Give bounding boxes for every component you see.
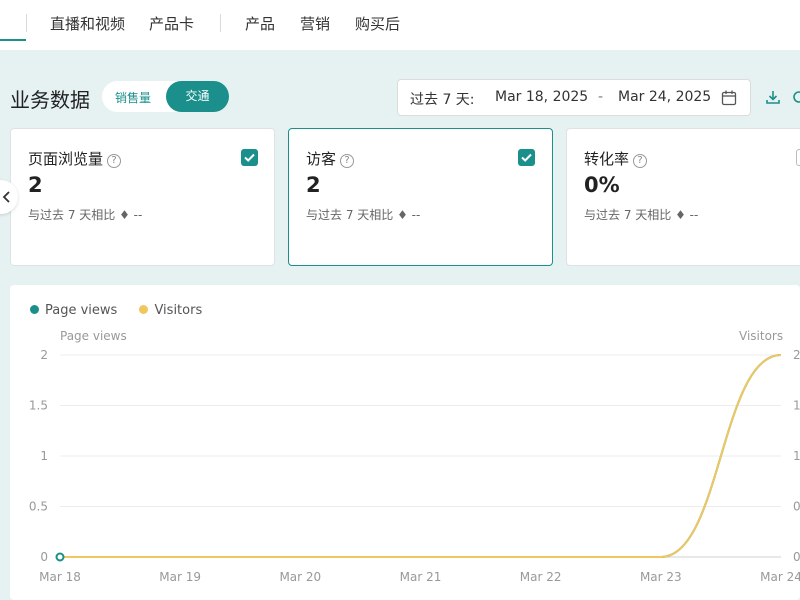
help-icon[interactable]: ? bbox=[633, 154, 648, 168]
y-tick-label-left: 2 bbox=[40, 348, 48, 362]
card-value: 2 bbox=[306, 173, 321, 197]
top-nav: 直播和视频 产品卡 产品 营销 购买后 bbox=[0, 0, 800, 50]
date-preset[interactable]: 过去 7 天: bbox=[410, 89, 475, 109]
card-title: 页面浏览量 bbox=[28, 150, 104, 168]
date-separator: - bbox=[598, 89, 604, 105]
x-tick-label: Mar 23 bbox=[640, 570, 682, 584]
nav-separator bbox=[26, 14, 27, 32]
card-title: 转化率 bbox=[584, 150, 630, 168]
metric-card-conversion[interactable]: 转化率? 0% 与过去 7 天相比 ♦ -- bbox=[566, 128, 800, 266]
card-title-wrap: 页面浏览量? bbox=[28, 148, 122, 169]
download-icon[interactable] bbox=[764, 88, 782, 106]
card-title: 访客 bbox=[306, 150, 337, 168]
x-tick-label: Mar 18 bbox=[39, 570, 81, 584]
chart-panel: Page views Visitors Page views Visitors … bbox=[10, 285, 800, 600]
card-title-wrap: 访客? bbox=[306, 148, 355, 169]
metric-card-page-views[interactable]: 页面浏览量? 2 与过去 7 天相比 ♦ -- bbox=[10, 128, 275, 266]
nav-active-tab[interactable] bbox=[0, 0, 26, 50]
x-tick-label: Mar 19 bbox=[159, 570, 201, 584]
card-compare: 与过去 7 天相比 ♦ -- bbox=[584, 208, 699, 222]
metric-card-visitors[interactable]: 访客? 2 与过去 7 天相比 ♦ -- bbox=[288, 128, 553, 266]
settings-icon[interactable] bbox=[790, 88, 800, 106]
metric-toggle: 销售量 交通 bbox=[102, 81, 229, 112]
help-icon[interactable]: ? bbox=[340, 154, 355, 168]
y-tick-label-right: 1.5 bbox=[793, 399, 800, 413]
checkbox-checked-icon[interactable] bbox=[241, 149, 258, 166]
nav-item-product-card[interactable]: 产品卡 bbox=[149, 13, 194, 34]
toggle-sales[interactable]: 销售量 bbox=[115, 89, 151, 106]
carousel-prev-button[interactable] bbox=[0, 180, 18, 214]
date-range-picker[interactable]: 过去 7 天: Mar 18, 2025 - Mar 24, 2025 bbox=[397, 79, 751, 116]
card-compare: 与过去 7 天相比 ♦ -- bbox=[306, 208, 421, 222]
checkbox-unchecked-icon[interactable] bbox=[796, 149, 800, 166]
line-chart: 0 0 0.5 0.5 1 1 1.5 1.5 2 2 Mar 18 Mar 19 Mar 20 Mar … bbox=[29, 348, 800, 584]
y-tick-label-left: 0 bbox=[40, 550, 48, 564]
y-tick-label-left: 1.5 bbox=[29, 399, 48, 413]
card-value: 2 bbox=[28, 173, 43, 197]
x-tick-label: Mar 21 bbox=[400, 570, 442, 584]
x-tick-label: Mar 24 bbox=[760, 570, 800, 584]
x-tick-label: Mar 20 bbox=[279, 570, 321, 584]
nav-item-post-purchase[interactable]: 购买后 bbox=[355, 13, 400, 34]
y-tick-label-left: 1 bbox=[40, 449, 48, 463]
y-tick-label-left: 0.5 bbox=[29, 500, 48, 514]
page-title: 业务数据 bbox=[10, 88, 90, 112]
nav-item-products[interactable]: 产品 bbox=[245, 13, 275, 34]
nav-item-marketing[interactable]: 营销 bbox=[300, 13, 330, 34]
toggle-traffic[interactable]: 交通 bbox=[166, 81, 229, 112]
date-end[interactable]: Mar 24, 2025 bbox=[618, 89, 711, 105]
nav-separator bbox=[220, 14, 221, 32]
y-tick-label-right: 1 bbox=[793, 449, 800, 463]
y-tick-label-right: 0.5 bbox=[793, 500, 800, 514]
y-tick-label-right: 2 bbox=[793, 348, 800, 362]
chevron-left-icon bbox=[2, 191, 10, 203]
help-icon[interactable]: ? bbox=[107, 154, 122, 168]
card-value: 0% bbox=[584, 173, 620, 197]
y-tick-label-right: 0 bbox=[793, 550, 800, 564]
nav-active-underline bbox=[0, 39, 26, 41]
card-compare: 与过去 7 天相比 ♦ -- bbox=[28, 208, 143, 222]
date-start[interactable]: Mar 18, 2025 bbox=[495, 89, 588, 105]
x-tick-label: Mar 22 bbox=[520, 570, 562, 584]
data-point-page-views bbox=[55, 552, 65, 562]
card-title-wrap: 转化率? bbox=[584, 148, 648, 169]
checkbox-checked-icon[interactable] bbox=[518, 149, 535, 166]
nav-item-live-video[interactable]: 直播和视频 bbox=[50, 13, 125, 34]
calendar-icon[interactable] bbox=[720, 89, 738, 107]
